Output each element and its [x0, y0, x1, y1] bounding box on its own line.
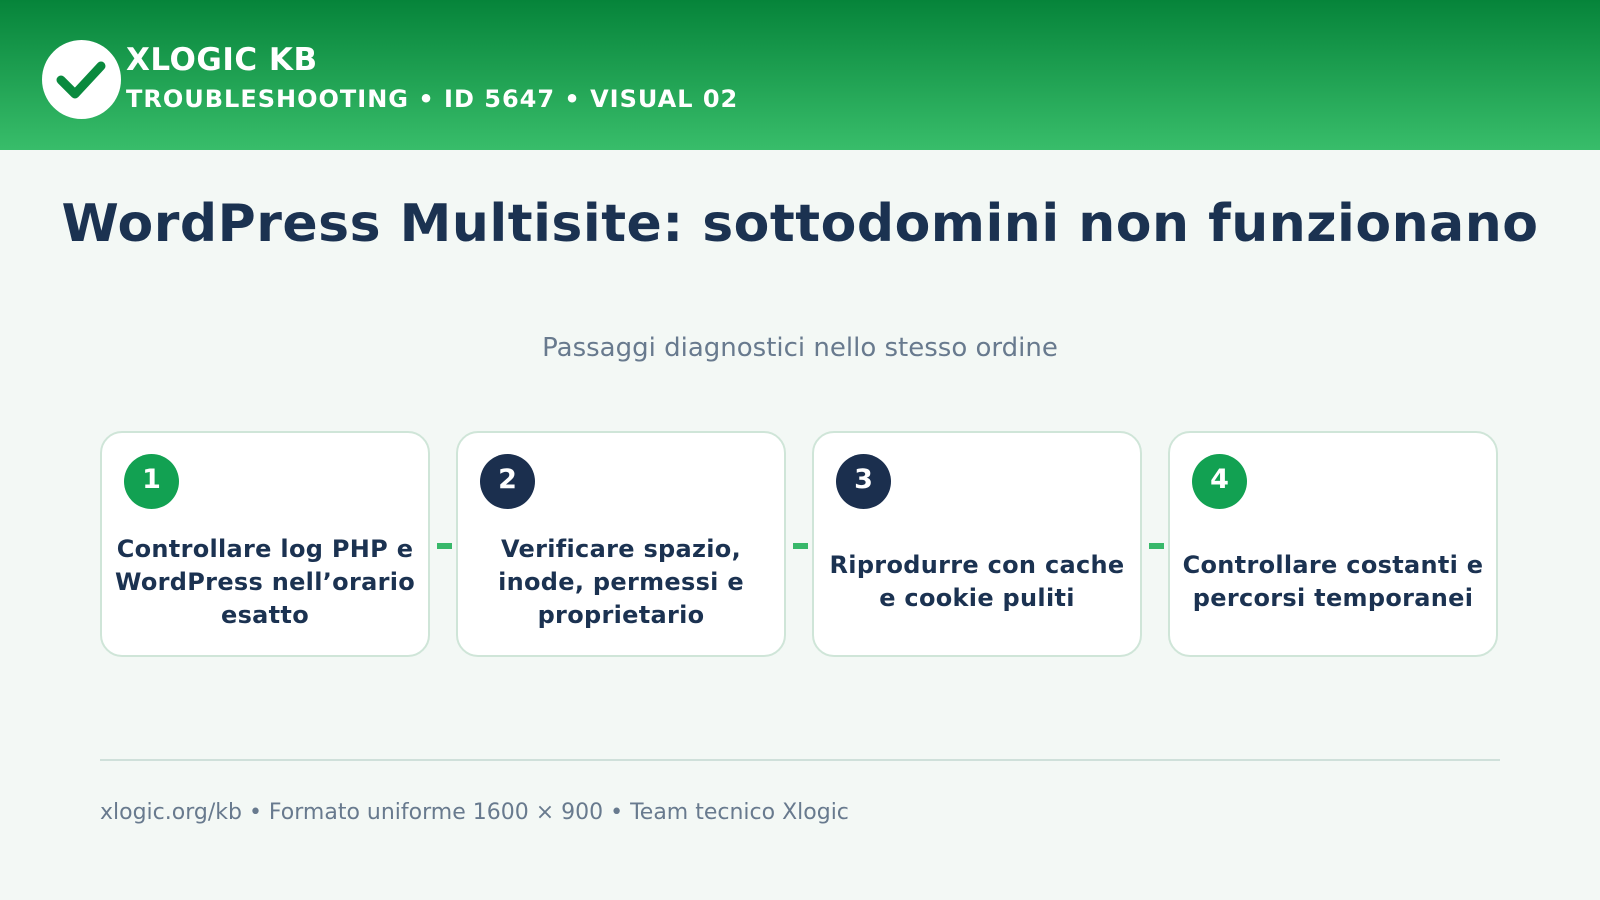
page-title: WordPress Multisite: sottodomini non fun…	[61, 194, 1539, 254]
page-subtitle: Passaggi diagnostici nello stesso ordine	[542, 333, 1058, 363]
header-banner: XLOGIC KB TROUBLESHOOTING • ID 5647 • VI…	[0, 0, 1600, 150]
step-connector	[437, 543, 452, 549]
step-text: Riprodurre con cache e cookie puliti	[829, 551, 1125, 612]
footer-divider	[100, 759, 1500, 761]
brand-name: XLOGIC KB	[126, 42, 318, 78]
footer-text: xlogic.org/kb • Formato uniforme 1600 × …	[100, 800, 849, 825]
step-text: Controllare log PHP e WordPress nell’ora…	[114, 534, 416, 629]
step-number-badge: 3	[836, 454, 891, 509]
checkmark-icon	[56, 61, 106, 99]
step-card-4: 4 Controllare costanti e percorsi tempor…	[1168, 431, 1498, 657]
breadcrumb: TROUBLESHOOTING • ID 5647 • VISUAL 02	[126, 85, 739, 113]
step-connector	[1149, 543, 1164, 549]
step-connector	[793, 543, 808, 549]
step-number-badge: 4	[1192, 454, 1247, 509]
logo-badge	[42, 40, 121, 119]
step-text: Controllare costanti e percorsi temporan…	[1182, 551, 1484, 612]
step-number-badge: 2	[480, 454, 535, 509]
step-card-1: 1 Controllare log PHP e WordPress nell’o…	[100, 431, 430, 657]
step-card-3: 3 Riprodurre con cache e cookie puliti	[812, 431, 1142, 657]
step-number-badge: 1	[124, 454, 179, 509]
step-text: Verificare spazio, inode, permessi e pro…	[498, 534, 744, 629]
step-card-2: 2 Verificare spazio, inode, permessi e p…	[456, 431, 786, 657]
